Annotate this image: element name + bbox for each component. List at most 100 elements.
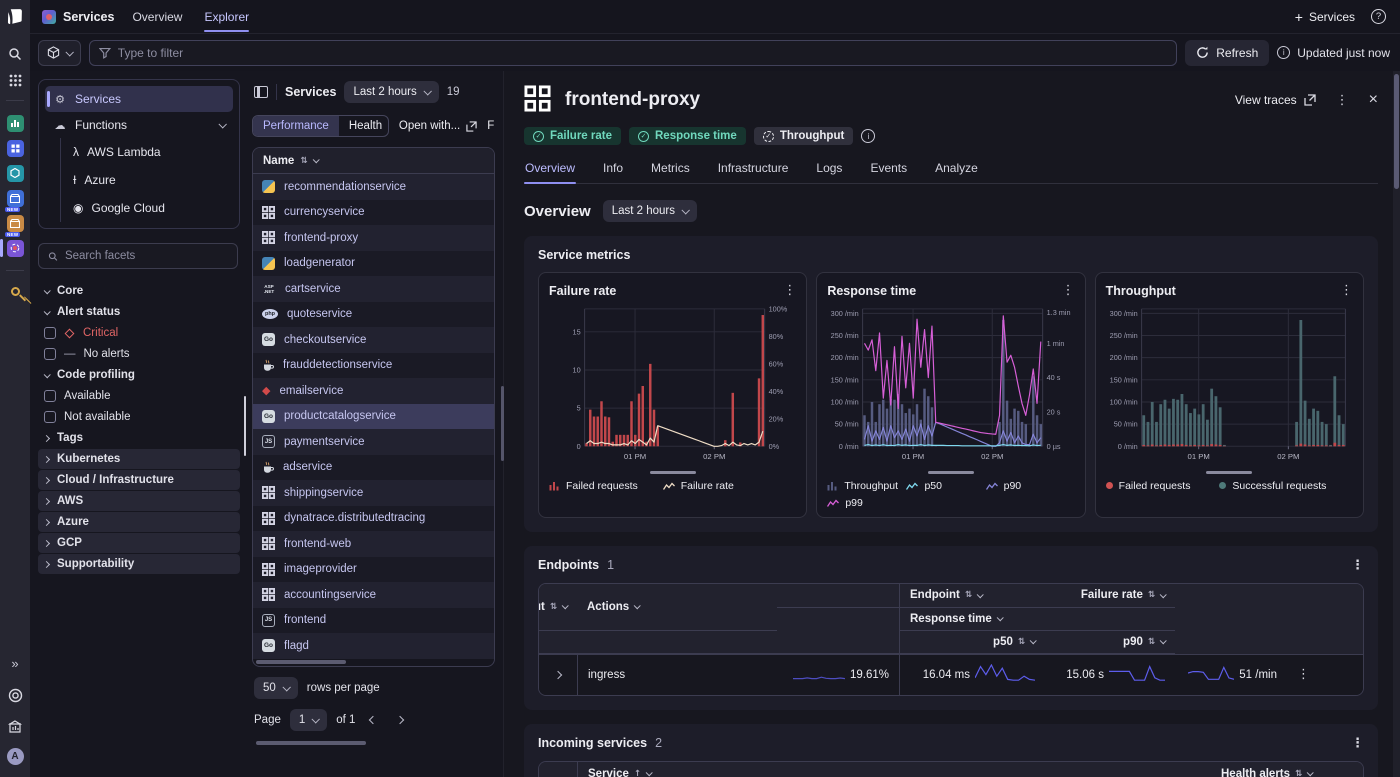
tab-performance[interactable]: Performance: [253, 116, 339, 136]
service-link[interactable]: checkoutservice: [284, 334, 366, 346]
chart-scrollbar[interactable]: [827, 471, 1074, 474]
throughput-column-header[interactable]: Throughput⇅: [539, 584, 577, 631]
service-row-paymentservice[interactable]: JSpaymentservice: [253, 429, 494, 455]
service-row-currencyservice[interactable]: currencyservice: [253, 200, 494, 226]
service-row-checkoutservice[interactable]: Gocheckoutservice: [253, 327, 494, 353]
close-detail-button[interactable]: ×: [1369, 91, 1378, 109]
service-row-imageprovider[interactable]: imageprovider: [253, 557, 494, 583]
service-row-productcatalogservice[interactable]: Goproductcatalogservice: [253, 404, 494, 430]
service-link[interactable]: paymentservice: [284, 436, 365, 448]
open-with-button[interactable]: Open with...: [399, 120, 477, 132]
facet-cloud-infrastructure[interactable]: Cloud / Infrastructure: [38, 470, 240, 490]
facet-kubernetes[interactable]: Kubernetes: [38, 449, 240, 469]
help-icon[interactable]: ?: [1371, 9, 1386, 24]
expand-row-icon[interactable]: [554, 670, 562, 678]
app-icon-kubernetes[interactable]: [4, 161, 26, 185]
tab-info[interactable]: Info: [602, 155, 624, 183]
app-icon-dashboards[interactable]: [4, 136, 26, 160]
detail-scrollbar-track[interactable]: [1393, 71, 1400, 777]
sort-icon[interactable]: ⇅: [300, 156, 307, 166]
user-avatar[interactable]: A: [7, 748, 24, 765]
chart-menu-button[interactable]: ⋮: [783, 283, 796, 298]
service-row-adservice[interactable]: adservice: [253, 455, 494, 481]
help-lifebuoy-icon[interactable]: [4, 684, 26, 706]
service-row-frauddetectionservice[interactable]: frauddetectionservice: [253, 353, 494, 379]
incoming-menu-button[interactable]: ⋮: [1351, 736, 1364, 751]
collapse-panel-icon[interactable]: [254, 86, 268, 98]
service-link[interactable]: frontend-proxy: [284, 232, 358, 244]
top-nav-overview[interactable]: Overview: [132, 0, 182, 34]
badge-failure-rate[interactable]: ✓Failure rate: [524, 127, 621, 145]
service-link[interactable]: quoteservice: [287, 308, 352, 320]
page-selector[interactable]: 1: [290, 709, 327, 731]
p90-column-header[interactable]: p90⇅: [1045, 631, 1175, 654]
sidebar-item-azure[interactable]: ƗAzure: [45, 166, 233, 194]
facet-available[interactable]: Available: [38, 386, 240, 406]
service-row-flagd[interactable]: Goflagd: [253, 633, 494, 659]
service-row-frontend-proxy[interactable]: frontend-proxy: [253, 225, 494, 251]
facet-supportability[interactable]: Supportability: [38, 554, 240, 574]
app-icon-services[interactable]: [4, 236, 26, 260]
service-link[interactable]: flagd: [284, 640, 309, 652]
service-row-frontend-web[interactable]: frontend-web: [253, 531, 494, 557]
tab-health[interactable]: Health: [339, 116, 389, 136]
checkbox[interactable]: [44, 348, 56, 360]
service-link[interactable]: shippingservice: [284, 487, 363, 499]
tab-infrastructure[interactable]: Infrastructure: [717, 155, 790, 183]
endpoint-column-header[interactable]: Endpoint⇅: [899, 584, 1045, 608]
service-link[interactable]: cartservice: [285, 283, 341, 295]
facet-code-profiling[interactable]: Code profiling: [38, 365, 240, 385]
facet-aws[interactable]: AWS: [38, 491, 240, 511]
chart-menu-button[interactable]: ⋮: [1062, 283, 1075, 298]
service-link[interactable]: frontend: [284, 614, 326, 626]
entity-selector-button[interactable]: [38, 40, 81, 66]
tab-analyze[interactable]: Analyze: [934, 155, 979, 183]
service-row-quoteservice[interactable]: phpquoteservice: [253, 302, 494, 328]
checkbox[interactable]: [44, 390, 56, 402]
facet-core[interactable]: Core: [38, 281, 240, 301]
add-services-button[interactable]: +Services: [1295, 9, 1355, 25]
services-table-header[interactable]: Name ⇅: [253, 148, 494, 174]
service-row-shippingservice[interactable]: shippingservice: [253, 480, 494, 506]
facet-azure[interactable]: Azure: [38, 512, 240, 532]
facet-alert-status[interactable]: Alert status: [38, 302, 240, 322]
sidebar-item-google-cloud[interactable]: ◉Google Cloud: [45, 194, 233, 222]
tab-metrics[interactable]: Metrics: [650, 155, 691, 183]
service-link[interactable]: recommendationservice: [284, 181, 406, 193]
service-link[interactable]: frauddetectionservice: [283, 359, 392, 371]
next-page-button[interactable]: [391, 714, 409, 726]
service-link[interactable]: currencyservice: [284, 206, 365, 218]
horizontal-scrollbar[interactable]: [253, 659, 494, 666]
service-row-accountingservice[interactable]: accountingservice: [253, 582, 494, 608]
actions-column-header[interactable]: Actions: [577, 584, 777, 631]
expand-rail-icon[interactable]: »: [4, 652, 26, 674]
service-row-frontend[interactable]: JSfrontend: [253, 608, 494, 634]
service-column-header[interactable]: Service↑: [577, 762, 1211, 777]
badge-response-time[interactable]: ✓Response time: [629, 127, 746, 145]
chart-scrollbar[interactable]: [549, 471, 796, 474]
facet-gcp[interactable]: GCP: [38, 533, 240, 553]
service-row-dynatrace.distributedtracing[interactable]: dynatrace.distributedtracing: [253, 506, 494, 532]
app-icon-logs[interactable]: NEW: [4, 186, 26, 210]
tab-overview[interactable]: Overview: [524, 155, 576, 183]
checkbox[interactable]: [44, 327, 56, 339]
service-link[interactable]: loadgenerator: [284, 257, 355, 269]
sidebar-item-functions[interactable]: ☁Functions: [45, 112, 233, 138]
service-link[interactable]: adservice: [283, 461, 332, 473]
endpoint-row[interactable]: ingress 19.61% 16.04 ms 15.06 s 51 /min …: [539, 654, 1363, 695]
refresh-button[interactable]: Refresh: [1185, 40, 1269, 66]
horizontal-scrollbar[interactable]: [256, 741, 366, 745]
service-link[interactable]: emailservice: [279, 385, 343, 397]
view-traces-button[interactable]: View traces: [1235, 93, 1316, 107]
response-time-column-header[interactable]: Response time: [899, 608, 1175, 631]
sidebar-item-aws-lambda[interactable]: λAWS Lambda: [45, 138, 233, 166]
overview-timeframe-selector[interactable]: Last 2 hours: [603, 200, 697, 222]
sidebar-item-services[interactable]: ⚙Services: [45, 86, 233, 112]
facet-no-alerts[interactable]: —No alerts: [38, 344, 240, 364]
service-row-emailservice[interactable]: ◆emailservice: [253, 378, 494, 404]
failure-rate-column-header[interactable]: Failure rate⇅: [1045, 584, 1175, 608]
service-row-recommendationservice[interactable]: recommendationservice: [253, 174, 494, 200]
checkbox[interactable]: [44, 411, 56, 423]
service-link[interactable]: imageprovider: [284, 563, 357, 575]
top-nav-explorer[interactable]: Explorer: [204, 0, 249, 34]
